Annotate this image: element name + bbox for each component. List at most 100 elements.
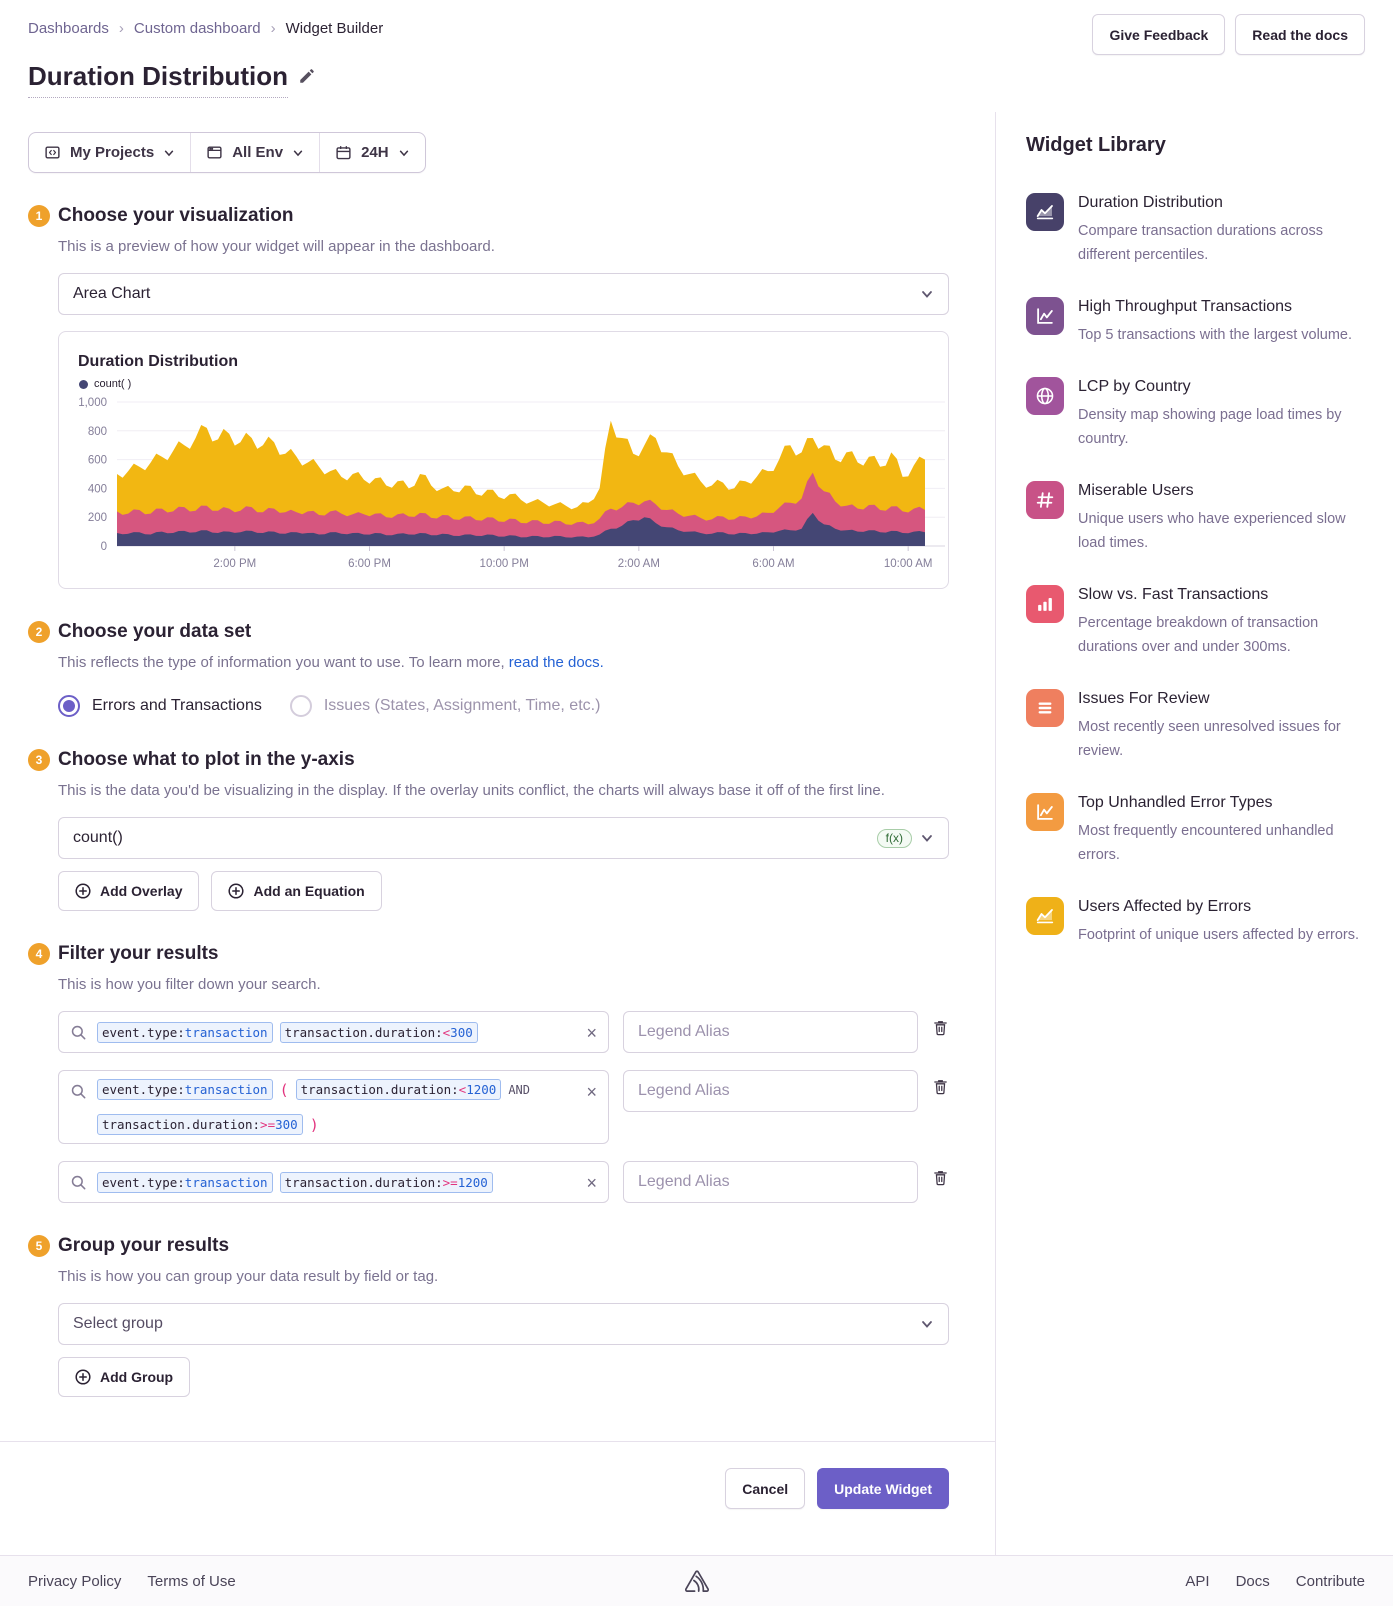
query-boolean-operator: AND: [508, 1083, 530, 1097]
svg-text:2:00 PM: 2:00 PM: [213, 558, 256, 570]
chevron-right-icon: ›: [119, 20, 124, 37]
group-select[interactable]: Select group: [58, 1303, 949, 1345]
query-token[interactable]: transaction.duration:>=1200: [280, 1172, 493, 1193]
trash-icon: [932, 1169, 949, 1187]
widget-library-item-title: Duration Distribution: [1078, 194, 1365, 212]
plus-circle-icon: [75, 883, 91, 899]
project-filter[interactable]: My Projects: [29, 133, 190, 172]
step-dataset: 2 Choose your data set This reflects the…: [28, 621, 949, 717]
clear-search-button[interactable]: ×: [584, 1021, 599, 1045]
svg-text:800: 800: [88, 426, 107, 438]
delete-filter-button[interactable]: [932, 1165, 949, 1190]
add-overlay-button[interactable]: Add Overlay: [58, 871, 199, 911]
fx-badge: f(x): [877, 829, 912, 848]
query-token[interactable]: transaction.duration:>=300: [97, 1114, 303, 1135]
widget-library-item-description: Unique users who have experienced slow l…: [1078, 507, 1365, 555]
api-link[interactable]: API: [1185, 1573, 1209, 1590]
filter-rows: event.type:transaction transaction.durati…: [58, 1011, 949, 1203]
query-token[interactable]: transaction.duration:<1200: [296, 1079, 502, 1100]
privacy-policy-link[interactable]: Privacy Policy: [28, 1573, 121, 1590]
query-token[interactable]: event.type:transaction: [97, 1172, 273, 1193]
filter-query-input[interactable]: event.type:transaction transaction.durati…: [58, 1161, 609, 1203]
query-token[interactable]: transaction.duration:<300: [280, 1022, 478, 1043]
contribute-link[interactable]: Contribute: [1296, 1573, 1365, 1590]
read-the-docs-link[interactable]: read the docs.: [509, 654, 604, 671]
query-token[interactable]: event.type:transaction: [97, 1022, 273, 1043]
legend-alias-input[interactable]: [623, 1070, 918, 1112]
widget-library-item-title: Slow vs. Fast Transactions: [1078, 586, 1365, 604]
edit-title-button[interactable]: [298, 67, 316, 88]
environment-filter[interactable]: All Env: [190, 133, 319, 172]
svg-text:0: 0: [101, 541, 107, 553]
svg-text:2:00 AM: 2:00 AM: [618, 558, 660, 570]
widget-library-item-title: LCP by Country: [1078, 378, 1365, 396]
widget-library-item[interactable]: Duration DistributionCompare transaction…: [1026, 193, 1365, 267]
chevron-right-icon: ›: [271, 20, 276, 37]
plus-circle-icon: [228, 883, 244, 899]
step-number-badge: 4: [28, 943, 50, 965]
step-description: This reflects the type of information yo…: [58, 652, 949, 673]
step-visualization: 1 Choose your visualization This is a pr…: [28, 205, 949, 589]
widget-library-item[interactable]: High Throughput TransactionsTop 5 transa…: [1026, 297, 1365, 347]
radio-errors-transactions[interactable]: Errors and Transactions: [58, 695, 262, 717]
docs-link[interactable]: Docs: [1236, 1573, 1270, 1590]
svg-text:600: 600: [88, 455, 107, 467]
read-the-docs-button[interactable]: Read the docs: [1235, 14, 1365, 55]
widget-library-item[interactable]: Users Affected by ErrorsFootprint of uni…: [1026, 897, 1365, 947]
filter-row: event.type:transaction ( transaction.durat…: [58, 1070, 949, 1144]
widget-library-item-description: Most frequently encountered unhandled er…: [1078, 819, 1365, 867]
step-description: This is the data you'd be visualizing in…: [58, 780, 949, 801]
bar-chart-icon: [1026, 585, 1064, 623]
radio-label: Errors and Transactions: [92, 697, 262, 715]
legend-alias-input[interactable]: [623, 1011, 918, 1053]
trash-icon: [932, 1078, 949, 1096]
filter-query-input[interactable]: event.type:transaction ( transaction.durat…: [58, 1070, 609, 1144]
radio-unselected-icon[interactable]: [290, 695, 312, 717]
yaxis-field-select[interactable]: count() f(x): [58, 817, 949, 859]
environment-filter-label: All Env: [232, 144, 283, 161]
step-number-badge: 3: [28, 749, 50, 771]
group-select-placeholder: Select group: [73, 1315, 163, 1333]
visualization-select[interactable]: Area Chart: [58, 273, 949, 315]
plus-circle-icon: [75, 1369, 91, 1385]
widget-library-item-title: Users Affected by Errors: [1078, 898, 1359, 916]
update-widget-button[interactable]: Update Widget: [817, 1468, 949, 1509]
query-paren: (: [280, 1081, 289, 1099]
add-equation-button[interactable]: Add an Equation: [211, 871, 381, 911]
step-description: This is how you can group your data resu…: [58, 1266, 949, 1287]
clear-search-button[interactable]: ×: [584, 1080, 599, 1104]
widget-library-item-title: High Throughput Transactions: [1078, 298, 1352, 316]
line-chart-icon: [1026, 793, 1064, 831]
terms-of-use-link[interactable]: Terms of Use: [147, 1573, 235, 1590]
sentry-logo[interactable]: [683, 1568, 710, 1598]
search-icon: [70, 1174, 87, 1191]
footer-left-links: Privacy Policy Terms of Use: [28, 1573, 236, 1590]
svg-text:6:00 AM: 6:00 AM: [752, 558, 794, 570]
delete-filter-button[interactable]: [932, 1015, 949, 1040]
clear-search-button[interactable]: ×: [584, 1171, 599, 1195]
query-token[interactable]: event.type:transaction: [97, 1079, 273, 1100]
breadcrumb-custom-dashboard[interactable]: Custom dashboard: [134, 20, 261, 37]
widget-library-item[interactable]: Top Unhandled Error TypesMost frequently…: [1026, 793, 1365, 867]
chevron-down-icon: [292, 147, 304, 159]
widget-library-item[interactable]: Miserable UsersUnique users who have exp…: [1026, 481, 1365, 555]
cancel-button[interactable]: Cancel: [725, 1468, 805, 1509]
radio-issues[interactable]: Issues (States, Assignment, Time, etc.): [290, 695, 601, 717]
give-feedback-button[interactable]: Give Feedback: [1092, 14, 1225, 55]
delete-filter-button[interactable]: [932, 1074, 949, 1099]
add-group-button[interactable]: Add Group: [58, 1357, 190, 1397]
date-range-filter[interactable]: 24H: [319, 133, 425, 172]
widget-library-title: Widget Library: [1026, 134, 1365, 157]
widget-library-item[interactable]: Issues For ReviewMost recently seen unre…: [1026, 689, 1365, 763]
widget-library-item-title: Issues For Review: [1078, 690, 1365, 708]
widget-library-item[interactable]: Slow vs. Fast TransactionsPercentage bre…: [1026, 585, 1365, 659]
radio-selected-icon[interactable]: [58, 695, 80, 717]
breadcrumb-dashboards[interactable]: Dashboards: [28, 20, 109, 37]
pencil-icon: [298, 67, 316, 85]
widget-library-item[interactable]: LCP by CountryDensity map showing page l…: [1026, 377, 1365, 451]
legend-alias-input[interactable]: [623, 1161, 918, 1203]
filter-query-input[interactable]: event.type:transaction transaction.durati…: [58, 1011, 609, 1053]
step-title: Filter your results: [58, 943, 219, 965]
filter-row: event.type:transaction transaction.durati…: [58, 1161, 949, 1203]
search-icon: [70, 1024, 87, 1041]
